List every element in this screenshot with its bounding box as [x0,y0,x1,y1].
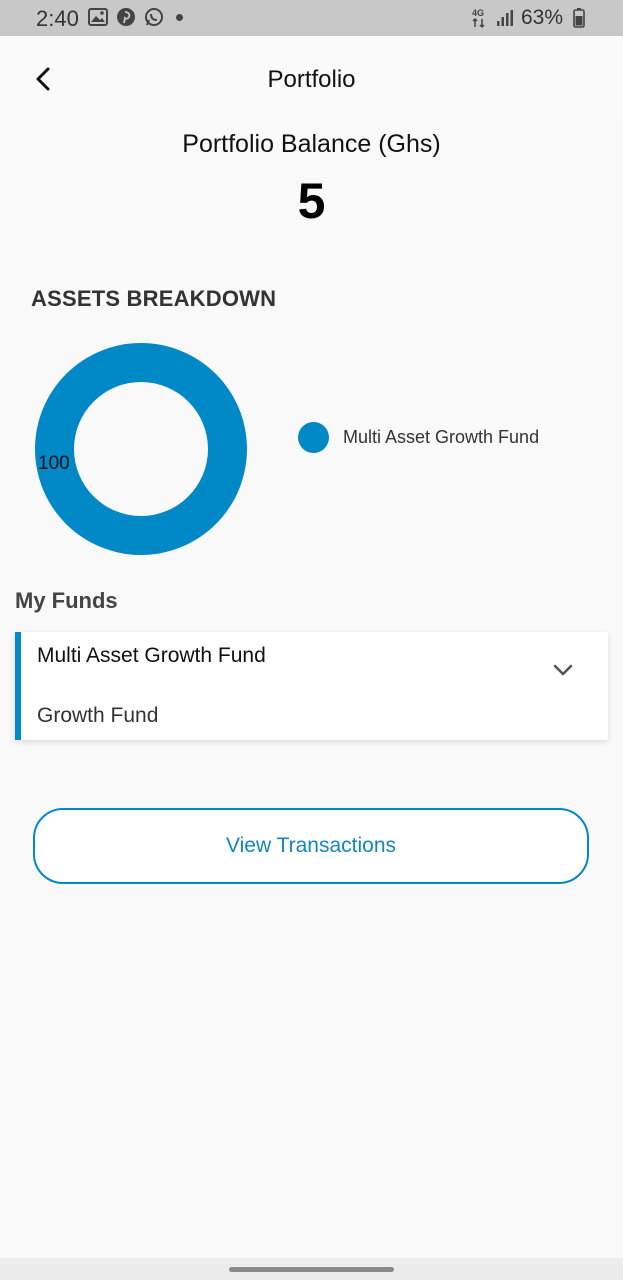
fund-card[interactable]: Multi Asset Growth Fund Growth Fund [15,632,608,740]
system-icons: 4G 63% [469,6,589,30]
image-icon [88,7,108,27]
notification-dot-icon [176,13,183,21]
battery-percent: 63% [520,6,563,29]
svg-text:4G: 4G [472,8,484,18]
view-transactions-button[interactable]: View Transactions [33,808,589,884]
fund-name: Multi Asset Growth Fund [37,644,266,667]
chevron-down-icon[interactable] [551,660,575,680]
network-4g-icon: 4G [469,8,489,29]
balance-value: 5 [297,173,326,229]
my-funds-title: My Funds [15,588,118,613]
status-bar: 2:40 4G 63% [0,0,623,36]
battery-icon [569,8,589,28]
page-title: Portfolio [267,66,356,93]
donut-slice-0 [35,343,247,555]
legend-swatch [298,422,329,453]
balance-label: Portfolio Balance (Ghs) [182,130,441,158]
whatsapp-icon [144,7,164,27]
home-indicator[interactable] [229,1267,394,1272]
pinterest-icon [116,7,136,27]
donut-chart-svg [35,343,247,555]
legend-label: Multi Asset Growth Fund [343,427,540,447]
donut-slice-label: 100 [38,453,70,474]
assets-donut-chart [34,342,248,556]
notification-icons [88,7,183,27]
status-time: 2:40 [36,6,79,31]
signal-icon [495,8,515,28]
app-header: Portfolio [0,36,623,124]
system-nav-bar [0,1258,623,1280]
fund-type: Growth Fund [37,704,159,727]
assets-breakdown-title: ASSETS BREAKDOWN [31,286,277,311]
chart-legend: Multi Asset Growth Fund [298,422,539,453]
view-transactions-label: View Transactions [225,834,397,857]
